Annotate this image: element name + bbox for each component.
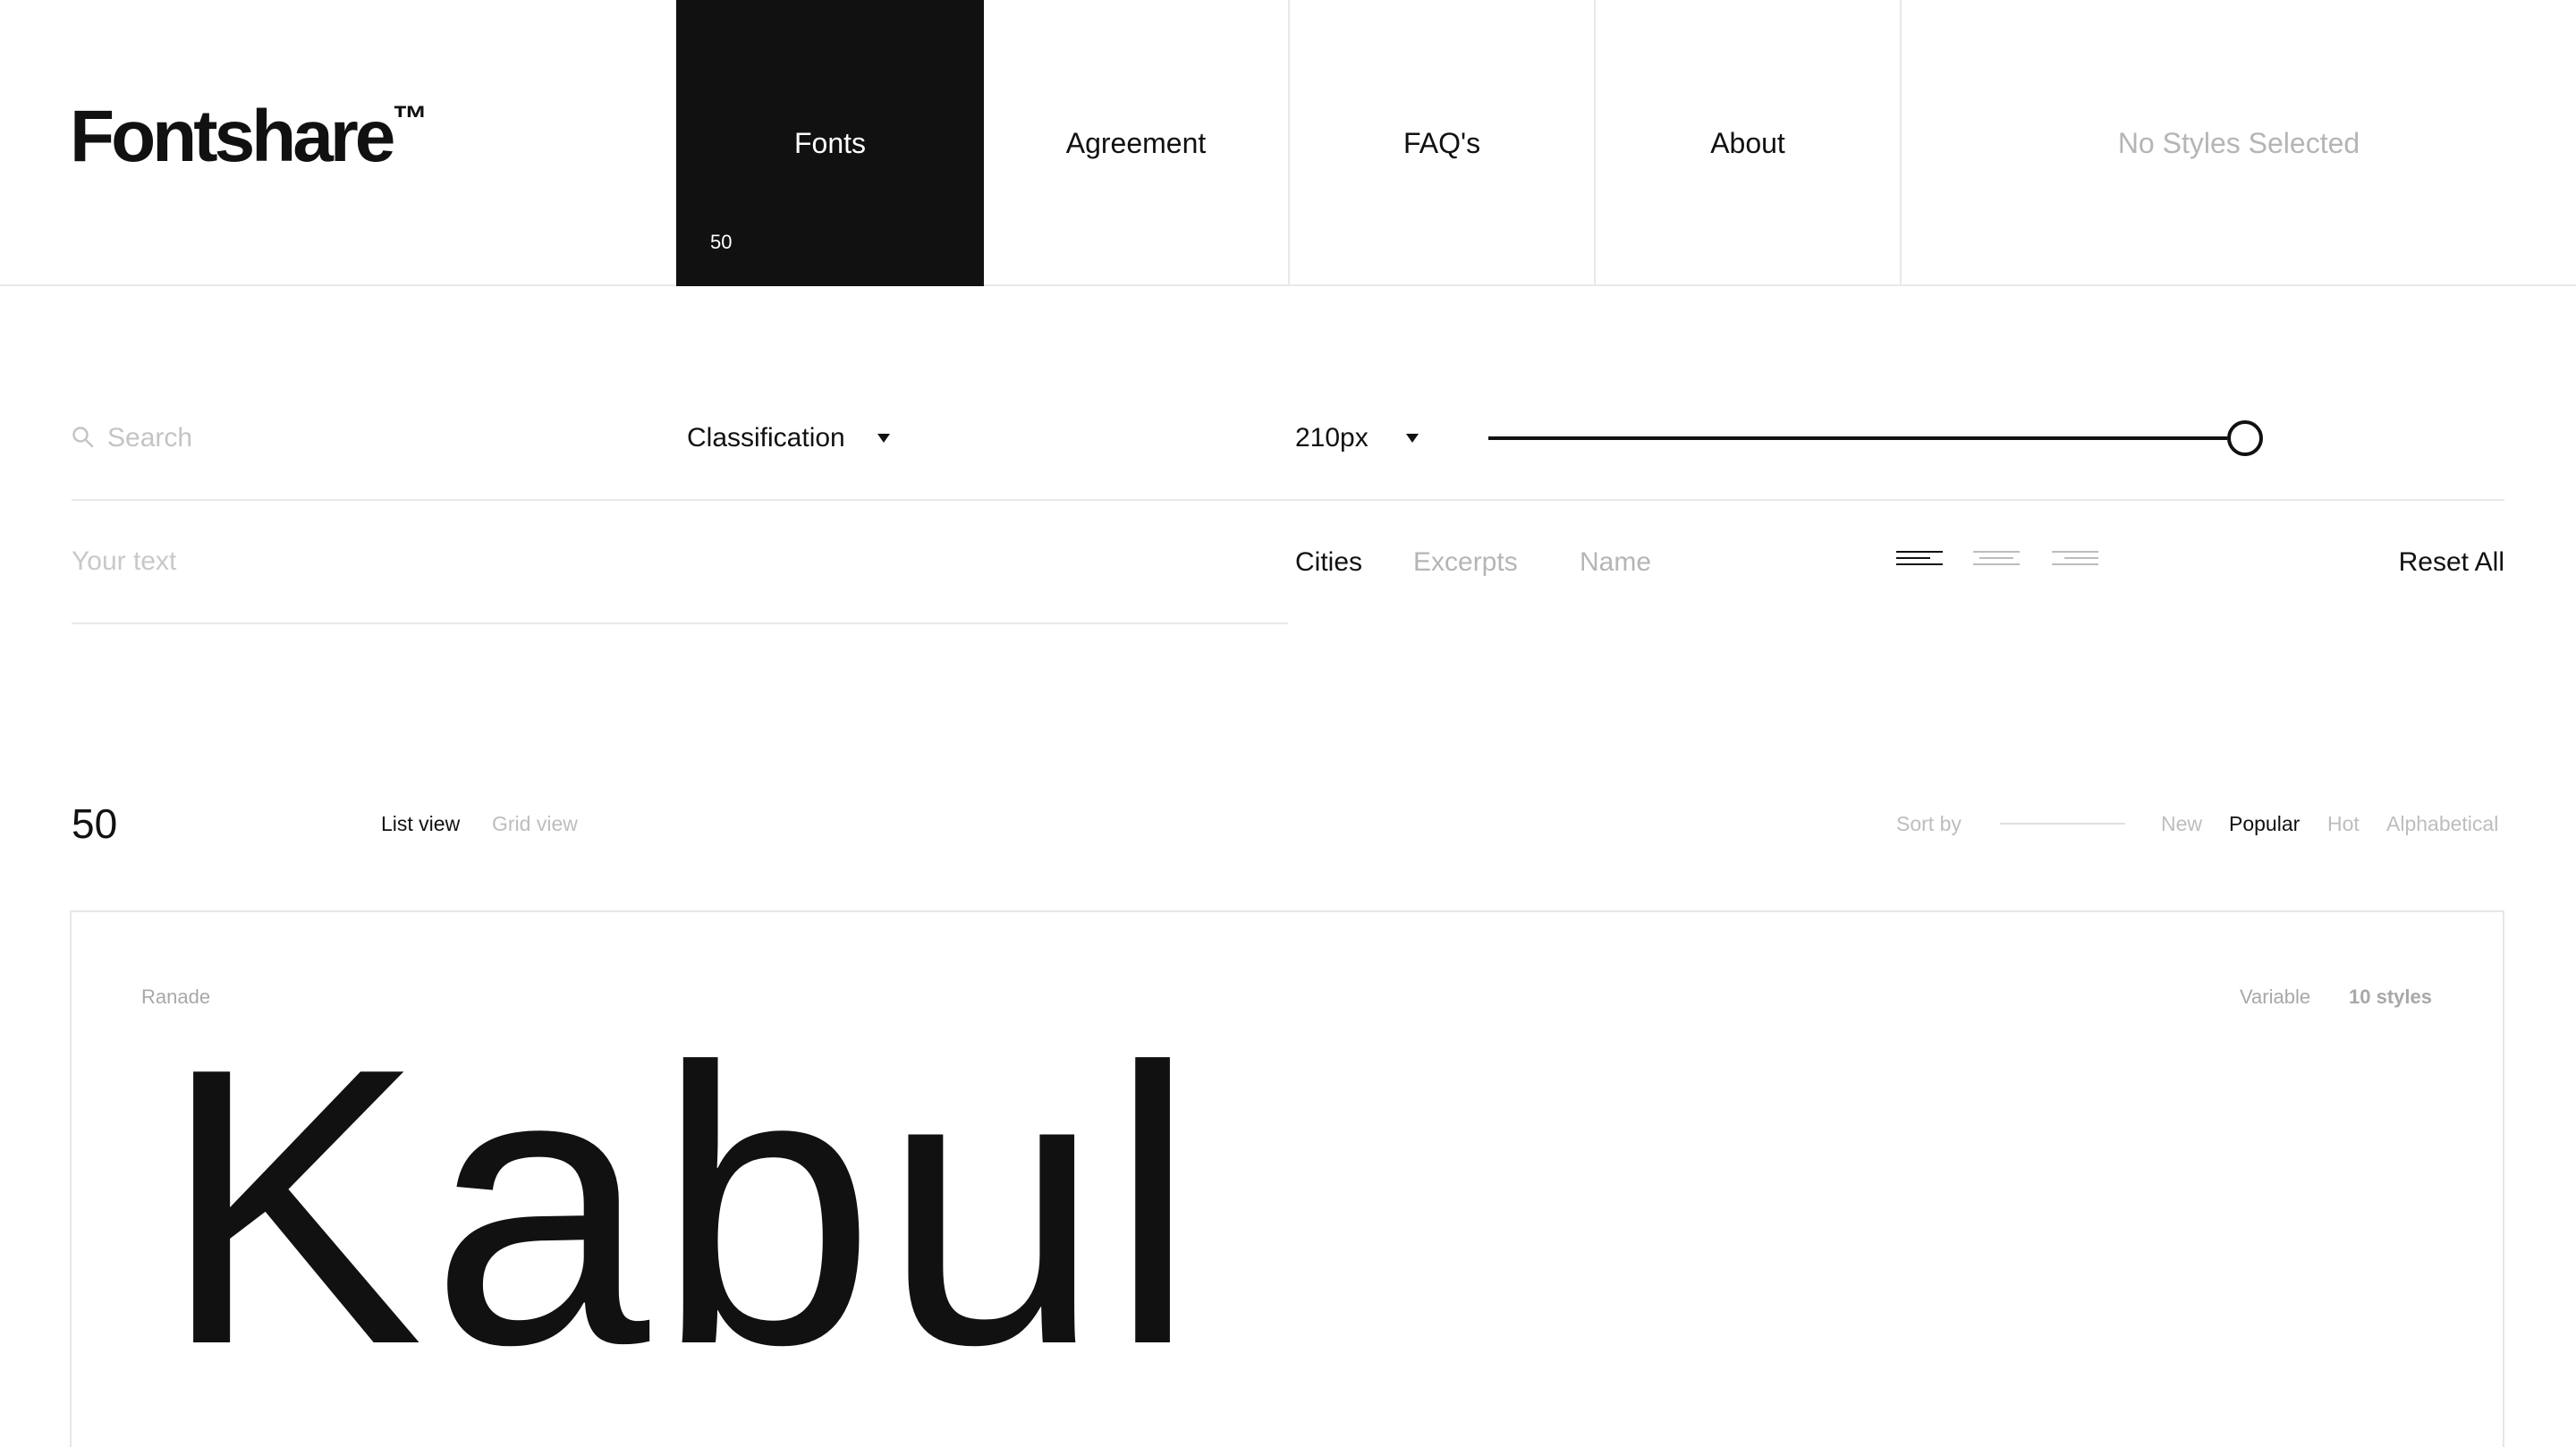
sort-by-label: Sort by [1896,812,1962,835]
size-value: 210px [1295,423,1368,453]
preview-text-bar: Cities Excerpts Name Reset All [72,501,2504,626]
nav-about-label: About [1710,127,1785,159]
sort-alphabetical[interactable]: Alphabetical [2386,812,2498,836]
site-header: Fontshare™ Fonts 50 Agreement FAQ's Abou… [0,0,2576,286]
list-view-toggle[interactable]: List view [381,812,460,836]
align-left-icon[interactable] [1896,551,1943,572]
font-type: Variable [2240,986,2311,1008]
results-bar: 50 List view Grid view Sort by New Popul… [72,787,2504,859]
nav-agreement[interactable]: Agreement [984,0,1288,284]
logo-text: Fontshare [70,96,395,177]
caret-down-icon [877,434,890,443]
search-icon [72,427,94,448]
result-count: 50 [72,800,118,847]
filter-bar: Classification 210px [72,393,2504,501]
nav-fonts-label: Fonts [793,127,867,159]
reset-all-button[interactable]: Reset All [2399,547,2504,578]
preset-cities[interactable]: Cities [1295,547,1362,578]
sort-divider [2000,823,2125,825]
size-slider[interactable] [1488,419,2263,458]
classification-dropdown[interactable]: Classification [687,420,890,456]
classification-label: Classification [687,423,845,453]
slider-thumb[interactable] [2227,420,2263,456]
custom-text-input[interactable] [72,501,1288,624]
font-styles-count: 10 styles [2349,986,2432,1008]
search-input[interactable] [107,420,644,456]
font-card[interactable]: Ranade Variable 10 styles Kabul [70,910,2504,1447]
nav-about[interactable]: About [1594,0,1900,284]
nav-agreement-label: Agreement [1065,127,1207,159]
align-center-icon[interactable] [1973,551,2020,572]
slider-track [1488,436,2227,440]
nav-fonts[interactable]: Fonts 50 [676,0,984,286]
caret-down-icon [1405,434,1419,443]
align-right-icon[interactable] [2052,551,2098,572]
selected-styles-label: No Styles Selected [2117,127,2360,159]
grid-view-toggle[interactable]: Grid view [492,812,578,836]
selected-styles-status: No Styles Selected [1900,0,2576,284]
nav-faq[interactable]: FAQ's [1288,0,1594,284]
sort-hot[interactable]: Hot [2327,812,2360,836]
fontshare-logo[interactable]: Fontshare™ [70,100,428,173]
sort-new[interactable]: New [2161,812,2202,836]
size-dropdown[interactable]: 210px [1295,420,1419,456]
preset-name[interactable]: Name [1580,547,1651,578]
preset-excerpts[interactable]: Excerpts [1413,547,1518,578]
sort-popular[interactable]: Popular [2229,812,2300,836]
nav-fonts-count: 50 [710,231,733,253]
font-preview-text: Kabul [161,987,1204,1426]
nav-faq-label: FAQ's [1402,127,1481,159]
trademark-mark: ™ [392,98,428,139]
